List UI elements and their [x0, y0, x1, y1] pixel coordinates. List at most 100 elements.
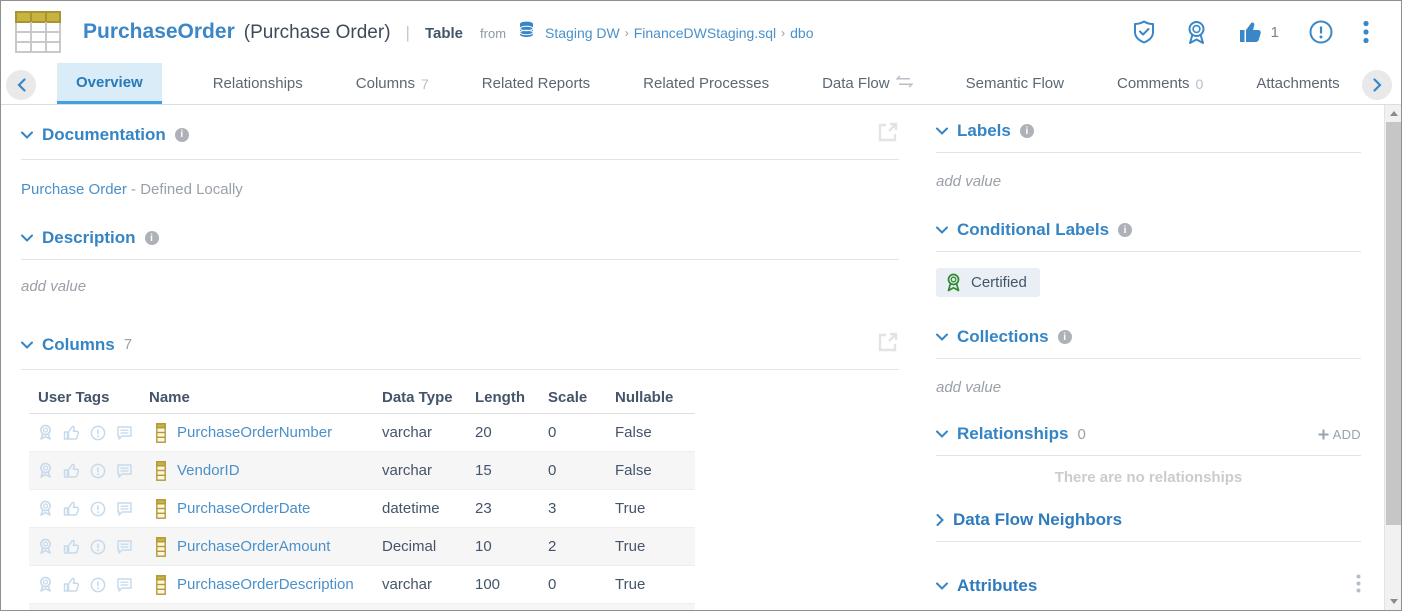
thumbs-up-icon[interactable] — [63, 462, 80, 479]
alert-icon[interactable] — [90, 501, 106, 517]
certified-ribbon-icon — [945, 273, 962, 292]
vertical-scrollbar[interactable] — [1384, 105, 1401, 610]
tabs-scroll-right-button[interactable] — [1362, 70, 1392, 100]
alert-icon[interactable] — [90, 463, 106, 479]
comment-icon[interactable] — [116, 425, 133, 441]
info-icon[interactable]: i — [175, 128, 189, 142]
comment-icon[interactable] — [116, 463, 133, 479]
scrollbar-thumb[interactable] — [1386, 122, 1401, 525]
thumbs-up-icon[interactable] — [63, 576, 80, 593]
info-icon[interactable]: i — [145, 231, 159, 245]
chevron-right-icon[interactable] — [936, 514, 944, 526]
chevron-down-icon[interactable] — [936, 333, 948, 341]
column-scale: 0 — [548, 462, 615, 479]
column-length: 23 — [475, 500, 548, 517]
column-length: 20 — [475, 424, 548, 441]
tab-related-processes[interactable]: Related Processes — [641, 63, 771, 104]
chevron-down-icon[interactable] — [21, 234, 33, 242]
app-window: PurchaseOrder (Purchase Order) | Table f… — [0, 0, 1402, 611]
alert-icon[interactable] — [90, 539, 106, 555]
description-title[interactable]: Description — [42, 228, 136, 248]
column-row-purchaseorderdescription: PurchaseOrderDescriptionvarchar1000True — [29, 566, 695, 604]
column-row-billingaddressid: BIllingAddressIDvarchar100True — [29, 604, 695, 610]
chevron-down-icon[interactable] — [936, 127, 948, 135]
relationships-section: Relationships 0 ADD There are no relatio… — [936, 424, 1361, 486]
data-flow-neighbors-title[interactable]: Data Flow Neighbors — [953, 510, 1122, 530]
info-icon[interactable]: i — [1058, 330, 1072, 344]
certified-award-icon[interactable] — [1185, 20, 1208, 45]
user-tags — [29, 462, 149, 479]
documentation-link[interactable]: Purchase Order — [21, 181, 127, 198]
tab-related-reports[interactable]: Related Reports — [480, 63, 592, 104]
column-name-link[interactable]: PurchaseOrderAmount — [177, 538, 382, 555]
relationships-title[interactable]: Relationships — [957, 424, 1068, 444]
scroll-up-arrow[interactable] — [1385, 105, 1402, 122]
breadcrumb-separator: › — [781, 26, 785, 40]
column-name-link[interactable]: PurchaseOrderNumber — [177, 424, 382, 441]
comment-icon[interactable] — [116, 539, 133, 555]
attributes-section: Attributes — [936, 574, 1361, 598]
column-name-link[interactable]: PurchaseOrderDescription — [177, 576, 382, 593]
tab-data-flow[interactable]: Data Flow — [820, 63, 915, 104]
collections-placeholder[interactable]: add value — [936, 379, 1361, 396]
attributes-title[interactable]: Attributes — [957, 576, 1037, 596]
thumbs-up-icon[interactable] — [1238, 20, 1263, 44]
column-name-link[interactable]: VendorID — [177, 462, 382, 479]
chevron-down-icon[interactable] — [936, 226, 948, 234]
documentation-title[interactable]: Documentation — [42, 125, 166, 145]
labels-placeholder[interactable]: add value — [936, 173, 1361, 190]
data-flow-neighbors-section: Data Flow Neighbors — [936, 510, 1361, 542]
tabs-scroll-left-button[interactable] — [6, 70, 36, 100]
add-relationship-button[interactable]: ADD — [1318, 427, 1361, 442]
header-user-tags: User Tags — [29, 389, 149, 406]
chevron-down-icon[interactable] — [936, 582, 948, 590]
column-name-link[interactable]: PurchaseOrderDate — [177, 500, 382, 517]
alert-circle-icon[interactable] — [1309, 20, 1333, 44]
object-type-label: Table — [425, 25, 463, 42]
shield-check-icon[interactable] — [1133, 20, 1155, 44]
certify-icon[interactable] — [38, 424, 53, 441]
tab-label: Relationships — [213, 75, 303, 92]
column-scale: 0 — [548, 576, 615, 593]
tab-relationships[interactable]: Relationships — [211, 63, 305, 104]
description-placeholder[interactable]: add value — [21, 278, 899, 295]
column-nullable: False — [615, 462, 695, 479]
breadcrumb-separator: › — [625, 26, 629, 40]
certify-icon[interactable] — [38, 462, 53, 479]
tab-semantic-flow[interactable]: Semantic Flow — [964, 63, 1066, 104]
columns-title[interactable]: Columns — [42, 335, 115, 355]
certify-icon[interactable] — [38, 500, 53, 517]
tab-attachments[interactable]: Attachments — [1254, 63, 1341, 104]
labels-title[interactable]: Labels — [957, 121, 1011, 141]
certify-icon[interactable] — [38, 576, 53, 593]
tab-columns[interactable]: Columns7 — [354, 63, 431, 104]
chevron-down-icon[interactable] — [936, 430, 948, 438]
collections-section: Collections i add value — [936, 327, 1361, 396]
thumbs-up-icon[interactable] — [63, 424, 80, 441]
chevron-down-icon[interactable] — [21, 341, 33, 349]
kebab-menu-icon[interactable] — [1363, 20, 1369, 44]
scroll-down-arrow[interactable] — [1385, 593, 1402, 610]
thumbs-up-icon[interactable] — [63, 500, 80, 517]
certified-chip-label: Certified — [971, 274, 1027, 291]
certified-chip[interactable]: Certified — [936, 268, 1040, 297]
breadcrumb-item-staging-dw[interactable]: Staging DW — [545, 25, 620, 41]
comment-icon[interactable] — [116, 501, 133, 517]
breadcrumb-item-financedwstaging-sql[interactable]: FinanceDWStaging.sql — [634, 25, 776, 41]
attributes-menu-icon[interactable] — [1356, 574, 1361, 598]
tab-comments[interactable]: Comments0 — [1115, 63, 1205, 104]
chevron-down-icon[interactable] — [21, 131, 33, 139]
alert-icon[interactable] — [90, 577, 106, 593]
open-editor-icon[interactable] — [877, 331, 899, 358]
info-icon[interactable]: i — [1118, 223, 1132, 237]
thumbs-up-icon[interactable] — [63, 538, 80, 555]
conditional-labels-title[interactable]: Conditional Labels — [957, 220, 1109, 240]
info-icon[interactable]: i — [1020, 124, 1034, 138]
alert-icon[interactable] — [90, 425, 106, 441]
open-editor-icon[interactable] — [877, 121, 899, 148]
comment-icon[interactable] — [116, 577, 133, 593]
collections-title[interactable]: Collections — [957, 327, 1049, 347]
breadcrumb-item-dbo[interactable]: dbo — [790, 25, 813, 41]
tab-overview[interactable]: Overview — [57, 63, 162, 104]
certify-icon[interactable] — [38, 538, 53, 555]
